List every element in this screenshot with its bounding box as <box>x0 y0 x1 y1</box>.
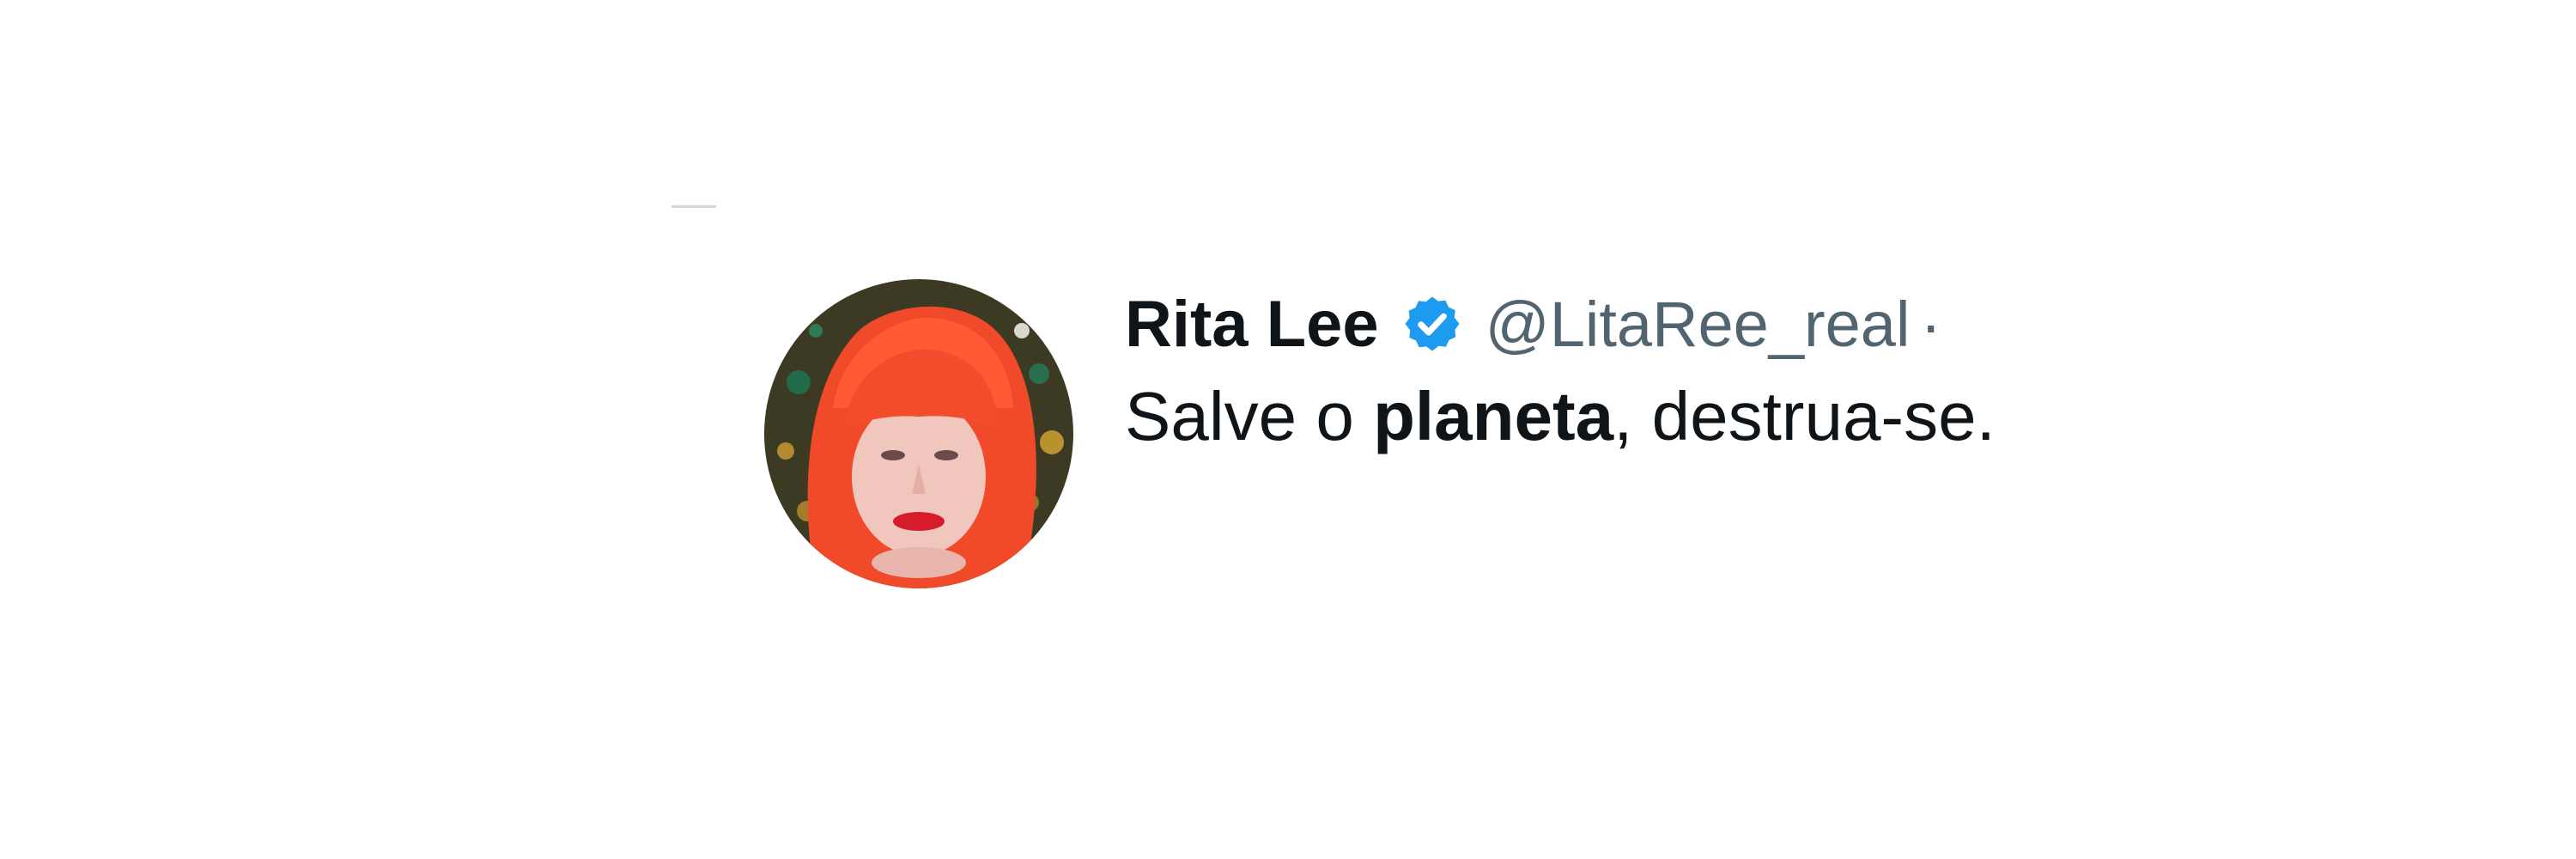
header-separator: · <box>1920 288 1942 360</box>
author-name[interactable]: Rita Lee <box>1125 287 1379 362</box>
verified-badge-icon <box>1401 293 1463 355</box>
tweet-text-before: Salve o <box>1125 378 1374 454</box>
tweet-text-after: , destrua-se. <box>1613 378 1996 454</box>
divider <box>671 205 716 208</box>
tweet-card[interactable]: Rita Lee @LitaRee_real · Salve o planeta… <box>764 279 1996 588</box>
avatar-image <box>764 279 1073 588</box>
tweet-content: Rita Lee @LitaRee_real · Salve o planeta… <box>1125 281 1996 456</box>
tweet-header: Rita Lee @LitaRee_real · <box>1125 281 1996 367</box>
tweet-text-bold: planeta <box>1373 378 1614 454</box>
avatar[interactable] <box>764 279 1073 588</box>
tweet-text: Salve o planeta, destrua-se. <box>1125 377 1996 456</box>
author-handle[interactable]: @LitaRee_real <box>1485 288 1911 361</box>
